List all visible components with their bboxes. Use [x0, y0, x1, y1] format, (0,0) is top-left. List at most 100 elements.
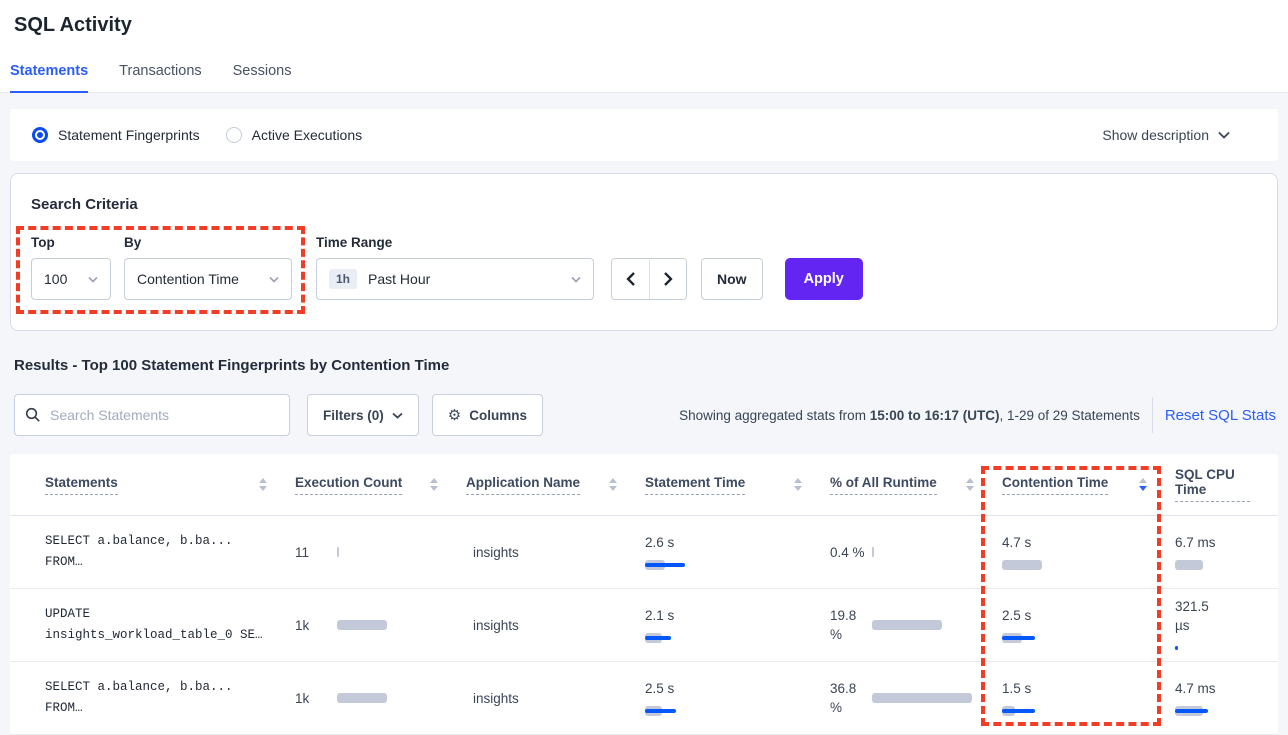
top-field: Top 100	[31, 235, 111, 300]
top-select-value: 100	[44, 271, 67, 287]
vertical-divider	[1152, 397, 1153, 433]
chevron-down-icon	[392, 412, 403, 419]
bar-chart	[1002, 632, 1149, 644]
bar-chart	[645, 632, 804, 644]
sort-icon	[609, 478, 617, 491]
radio-selected-icon[interactable]	[32, 127, 48, 143]
contention-time-cell: 1.5 s	[1002, 679, 1175, 717]
page-title: SQL Activity	[14, 14, 1274, 37]
sql-cpu-time-cell: 4.7 ms	[1175, 679, 1278, 717]
chevron-right-icon	[662, 271, 674, 287]
bar-chart	[1175, 559, 1252, 571]
gear-icon: ⚙	[448, 408, 461, 423]
search-criteria-controls: Top 100 By Contention Time	[31, 235, 1257, 300]
sql-activity-page: SQL Activity Statements Transactions Ses…	[0, 0, 1288, 735]
pct-runtime-cell: 36.8 %	[830, 679, 1002, 717]
view-mode-card: Statement Fingerprints Active Executions…	[10, 109, 1278, 161]
table-row: SELECT a.balance, b.ba... FROM… 11 insig…	[10, 516, 1278, 589]
stats-time-range: 15:00 to 16:17 (UTC)	[870, 408, 1000, 423]
radio-statement-fingerprints[interactable]: Statement Fingerprints	[32, 127, 200, 143]
radio-unselected-icon[interactable]	[226, 127, 242, 143]
statements-table: Statements Execution Count Application N…	[10, 454, 1278, 735]
by-label: By	[124, 235, 292, 250]
apply-button[interactable]: Apply	[785, 258, 863, 300]
tab-sessions[interactable]: Sessions	[233, 63, 292, 92]
sort-icon	[259, 478, 267, 491]
reset-sql-stats-link[interactable]: Reset SQL Stats	[1165, 407, 1276, 424]
time-range-select[interactable]: 1h Past Hour	[316, 258, 594, 300]
radio-active-executions[interactable]: Active Executions	[226, 127, 363, 143]
contention-time-cell: 4.7 s	[1002, 533, 1175, 571]
bar-chart	[872, 619, 976, 631]
statement-link[interactable]: SELECT a.balance, b.ba... FROM…	[45, 531, 295, 573]
sort-icon-active-desc	[1139, 478, 1147, 491]
column-header-contention-time[interactable]: Contention Time	[1002, 475, 1175, 495]
time-range-value: Past Hour	[368, 271, 430, 287]
bar-chart	[1175, 705, 1252, 717]
tab-transactions[interactable]: Transactions	[119, 63, 201, 92]
bar-chart	[645, 705, 804, 717]
chevron-down-icon	[269, 276, 279, 283]
bar-chart	[645, 559, 804, 571]
execution-count-cell: 11	[295, 543, 466, 562]
radio-label: Statement Fingerprints	[58, 127, 200, 143]
column-header-sql-cpu-time[interactable]: SQL CPU Time	[1175, 467, 1278, 502]
column-header-statement-time[interactable]: Statement Time	[645, 475, 830, 495]
column-header-pct-runtime[interactable]: % of All Runtime	[830, 475, 1002, 495]
chevron-down-icon	[571, 276, 581, 283]
table-row: SELECT a.balance, b.ba... FROM… 1k insig…	[10, 662, 1278, 735]
columns-button-label: Columns	[469, 408, 527, 423]
bar-chart	[1002, 705, 1149, 717]
page-header: SQL Activity Statements Transactions Ses…	[0, 0, 1288, 93]
statement-time-cell: 2.1 s	[645, 606, 830, 644]
application-name-cell: insights	[466, 691, 645, 706]
filters-button-label: Filters (0)	[323, 408, 384, 423]
sort-icon	[430, 478, 438, 491]
contention-time-cell: 2.5 s	[1002, 606, 1175, 644]
time-range-step-buttons	[611, 258, 687, 300]
bar-chart	[337, 619, 440, 631]
radio-label: Active Executions	[252, 127, 363, 143]
statement-link[interactable]: UPDATE insights_workload_table_0 SE…	[45, 604, 295, 646]
column-header-statements[interactable]: Statements	[45, 475, 295, 495]
table-row: UPDATE insights_workload_table_0 SE… 1k …	[10, 589, 1278, 662]
by-select-value: Contention Time	[137, 271, 239, 287]
sql-cpu-time-cell: 6.7 ms	[1175, 533, 1278, 571]
sort-icon	[966, 478, 974, 491]
tab-bar: Statements Transactions Sessions	[0, 63, 1288, 93]
statement-link[interactable]: SELECT a.balance, b.ba... FROM…	[45, 677, 295, 719]
search-statements-input[interactable]	[50, 407, 279, 423]
tab-statements[interactable]: Statements	[10, 63, 88, 92]
execution-count-cell: 1k	[295, 616, 466, 635]
chevron-down-icon	[88, 276, 98, 283]
bar-chart	[1175, 642, 1252, 654]
statement-time-cell: 2.5 s	[645, 679, 830, 717]
previous-time-button[interactable]	[612, 259, 649, 299]
next-time-button[interactable]	[649, 259, 686, 299]
statement-time-cell: 2.6 s	[645, 533, 830, 571]
bar-chart	[337, 692, 440, 704]
by-field: By Contention Time	[124, 235, 292, 300]
search-criteria-heading: Search Criteria	[31, 196, 1257, 213]
pct-runtime-cell: 0.4 %	[830, 543, 1002, 562]
sql-cpu-time-cell: 321.5 µs	[1175, 597, 1278, 654]
now-button[interactable]: Now	[701, 258, 763, 300]
search-criteria-card: Search Criteria Top 100 By Contention Ti…	[10, 173, 1278, 331]
table-header-row: Statements Execution Count Application N…	[10, 454, 1278, 516]
showing-stats-text: Showing aggregated stats from 15:00 to 1…	[679, 408, 1140, 423]
execution-count-cell: 1k	[295, 689, 466, 708]
application-name-cell: insights	[466, 618, 645, 633]
column-header-application-name[interactable]: Application Name	[466, 475, 645, 495]
bar-chart	[872, 692, 976, 704]
time-range-value-group: 1h Past Hour	[329, 269, 430, 289]
top-select[interactable]: 100	[31, 258, 111, 300]
column-header-execution-count[interactable]: Execution Count	[295, 475, 466, 495]
show-description-toggle[interactable]: Show description	[1102, 127, 1256, 143]
filters-button[interactable]: Filters (0)	[307, 394, 419, 436]
chevron-down-icon	[1218, 131, 1230, 139]
time-range-badge: 1h	[329, 269, 357, 289]
by-select[interactable]: Contention Time	[124, 258, 292, 300]
time-range-field: Time Range 1h Past Hour	[316, 235, 594, 300]
columns-button[interactable]: ⚙ Columns	[432, 394, 543, 436]
search-statements-box	[14, 394, 290, 436]
